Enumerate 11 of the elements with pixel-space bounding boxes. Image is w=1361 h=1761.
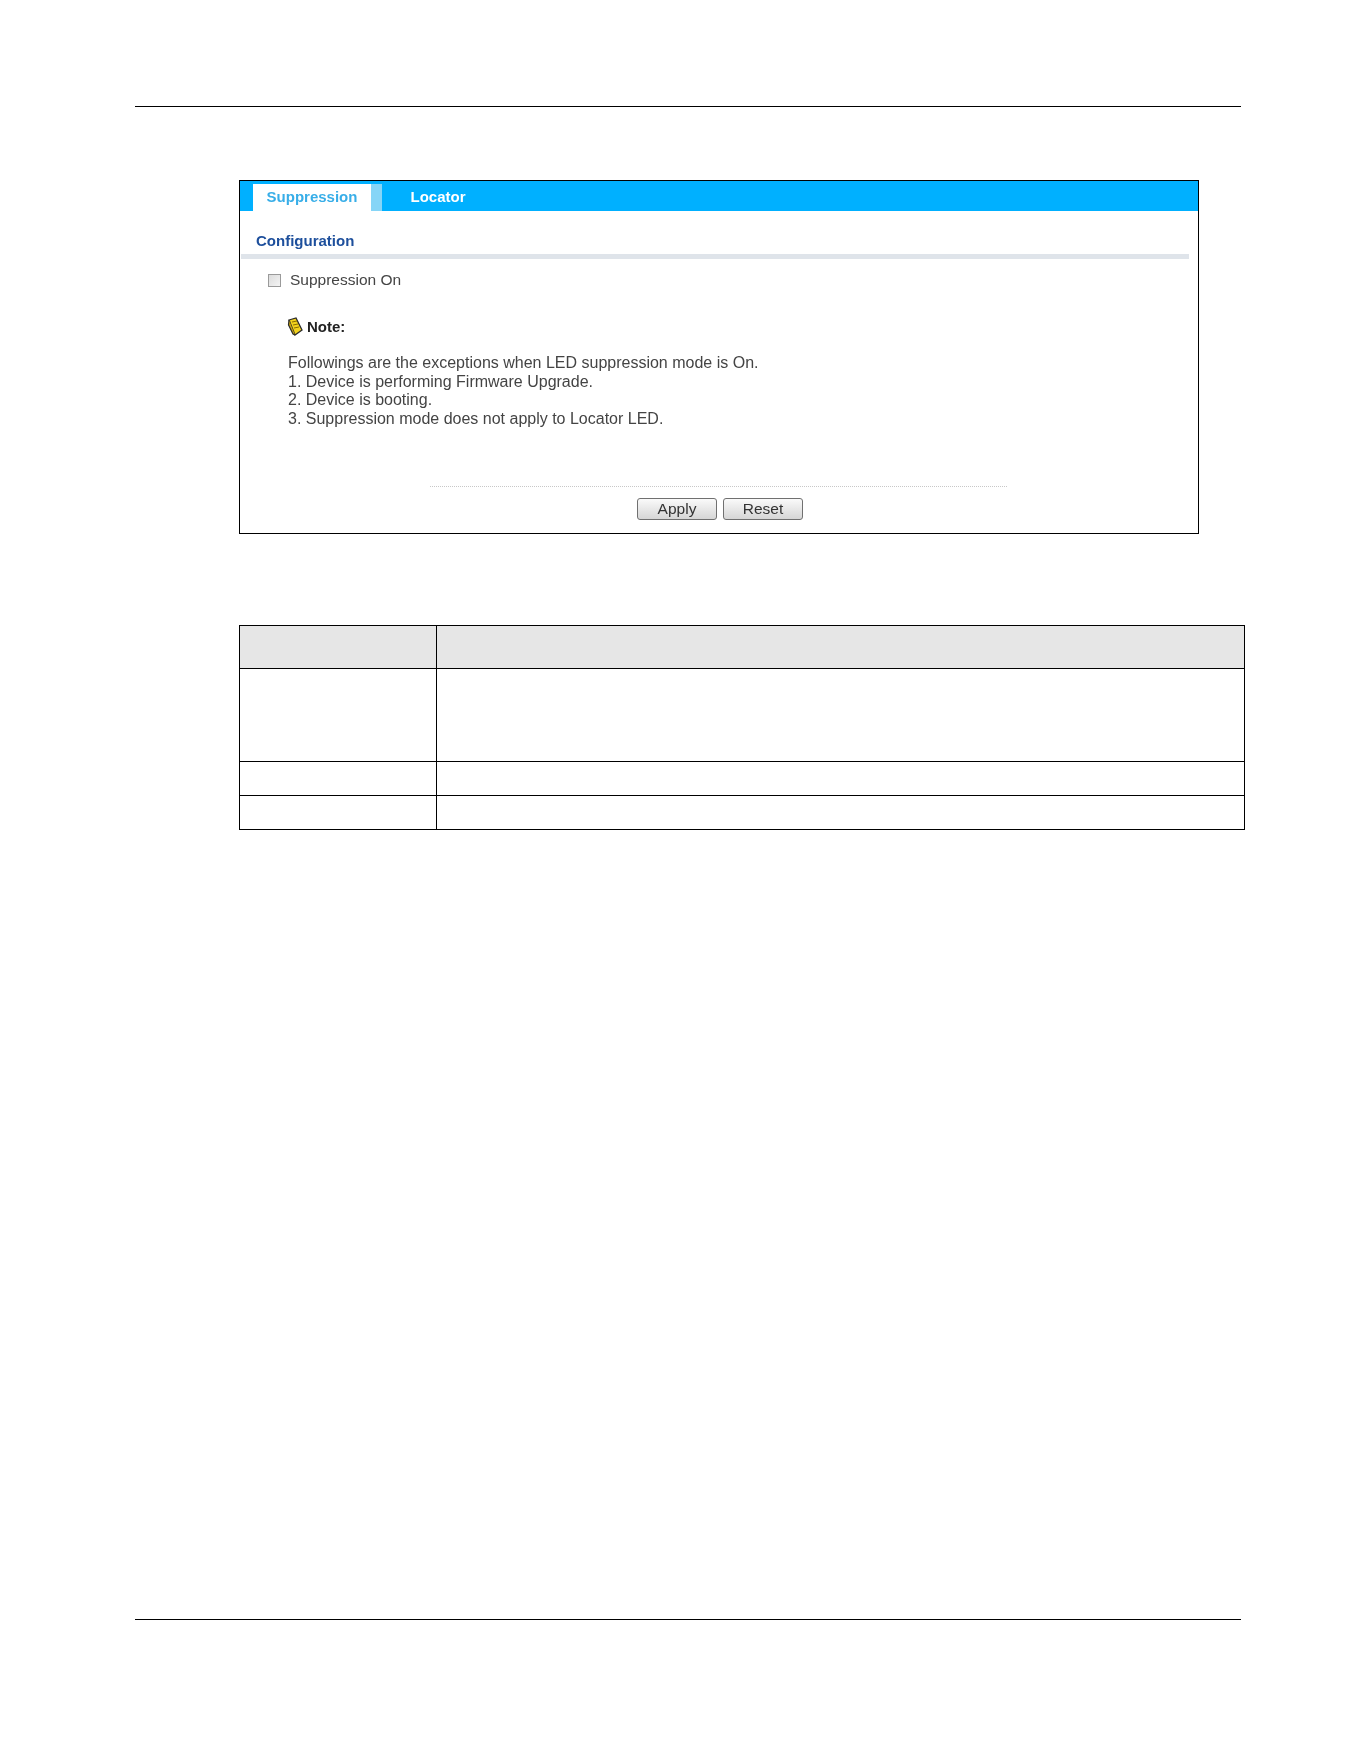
exception-item: 3. Suppression mode does not apply to Locator LED. [288, 409, 664, 428]
checkbox-label: Suppression On [290, 271, 402, 289]
reset-button[interactable]: Reset [723, 498, 803, 520]
exception-item: 2. Device is booting. [288, 391, 433, 410]
note-title: Note: [307, 317, 346, 336]
notepad-icon [287, 317, 304, 336]
checkbox[interactable] [268, 273, 281, 287]
section-title: Configuration [256, 232, 355, 250]
apply-button[interactable]: Apply [637, 498, 717, 520]
note-text: Followings are the exceptions when LED suppression mode is On. [288, 354, 759, 373]
exception-item: 1. Device is performing Firmware Upgrade. [288, 372, 593, 391]
